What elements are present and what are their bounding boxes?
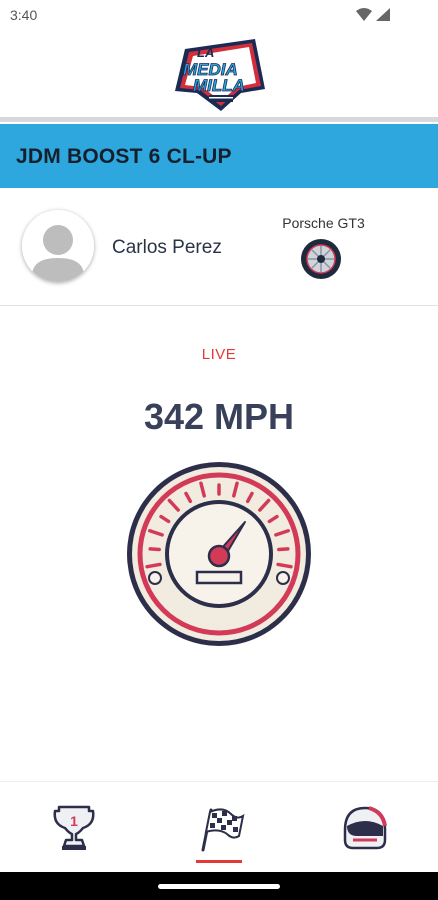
signal-icon [376,8,390,21]
status-time: 3:40 [10,7,38,23]
helmet-icon [343,806,387,850]
status-icons [356,8,392,27]
car-wheel-icon [300,238,342,285]
trophy-badge: 1 [70,813,78,829]
event-title: JDM BOOST 6 CL-UP [16,145,232,168]
speedometer-icon [125,460,313,653]
gauge-tick [145,562,162,569]
gesture-bar [0,872,438,900]
gauge-tick [277,547,290,552]
status-bar: 3:40 [0,0,438,30]
logo-line-3: MILLA [193,76,245,95]
logo-line-1: LA [197,45,214,60]
default-avatar-icon [22,210,94,282]
gauge-tick [148,547,161,552]
avatar[interactable] [22,210,94,282]
trophy-icon: 1 [53,805,95,850]
nav-leaderboard-button[interactable]: 1 [44,802,104,862]
nav-race-button[interactable] [189,802,249,862]
home-gesture-handle[interactable] [158,884,280,889]
driver-card[interactable]: Carlos Perez Porsche GT3 [0,188,438,306]
nav-profile-button[interactable] [334,802,394,862]
wifi-icon [356,8,372,21]
checkered-flag-icon [201,808,245,852]
event-bar: JDM BOOST 6 CL-UP [0,124,438,188]
active-tab-indicator [196,860,242,863]
gauge-tick [276,562,293,569]
bottom-nav: 1 [0,782,438,872]
app-header: LA MEDIA MILLA [0,30,438,118]
live-status: LIVE [201,346,237,363]
car-name: Porsche GT3 [282,215,365,231]
la-media-milla-logo: LA MEDIA MILLA [175,39,265,111]
header-divider [0,117,438,122]
speed-readout: 342 MPH [143,396,295,437]
driver-name: Carlos Perez [112,237,222,258]
